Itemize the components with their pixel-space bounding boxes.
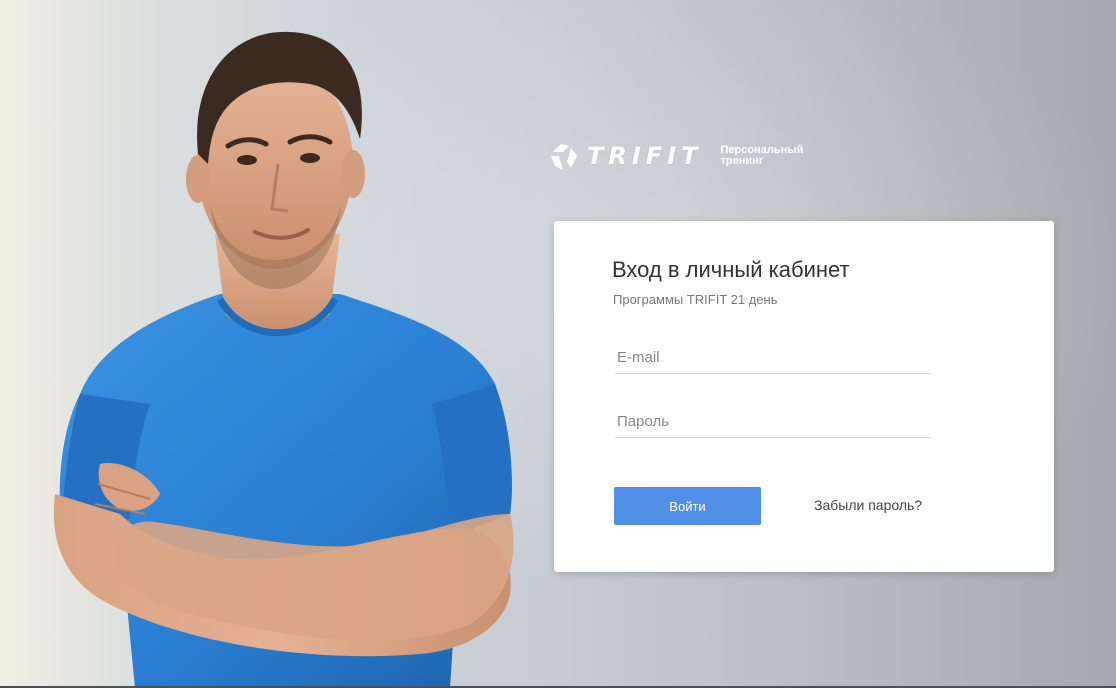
trifit-logo-icon	[549, 140, 579, 172]
login-button[interactable]: Войти	[614, 487, 761, 525]
login-card: Вход в личный кабинет Программы TRIFIT 2…	[554, 221, 1054, 572]
password-field[interactable]	[615, 406, 931, 438]
forgot-password-link[interactable]: Забыли пароль?	[814, 497, 922, 513]
brand-tagline-line2: тренинг	[720, 155, 764, 167]
login-subtitle: Программы TRIFIT 21 день	[613, 292, 778, 307]
brand-tagline: Персональный тренинг	[720, 145, 810, 167]
brand-name: TRIFIT	[587, 142, 703, 170]
login-title: Вход в личный кабинет	[612, 257, 850, 282]
email-field[interactable]	[615, 342, 931, 374]
brand-logo: TRIFIT Персональный тренинг	[549, 140, 810, 172]
hero-person-image	[40, 14, 540, 688]
